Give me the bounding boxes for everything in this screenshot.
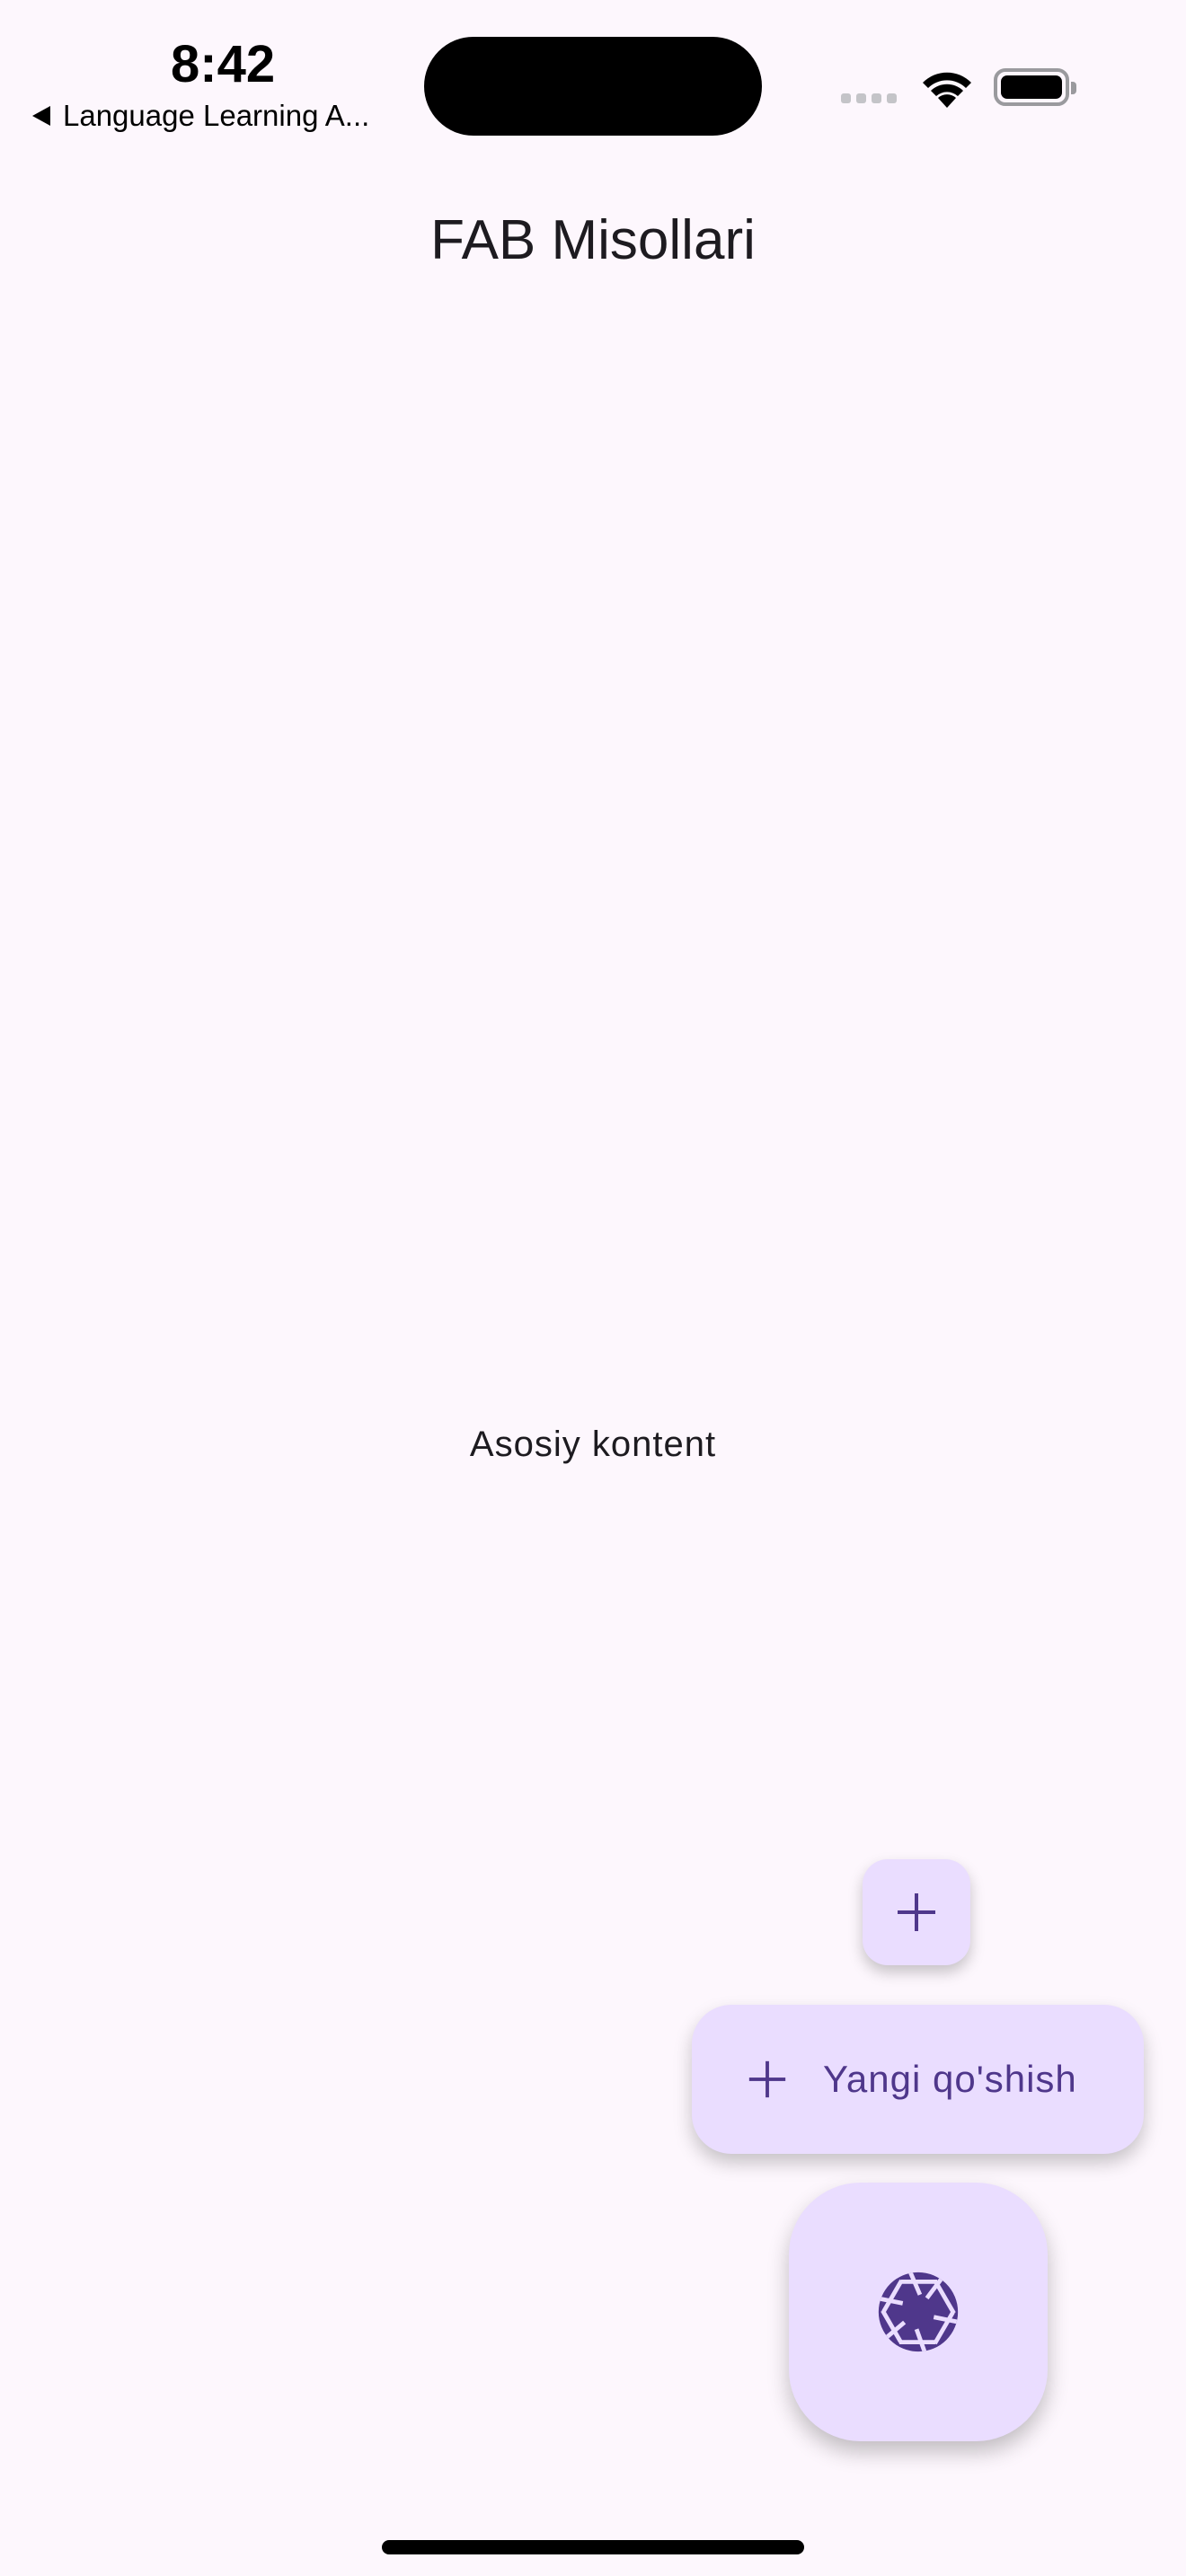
plus-icon — [748, 2060, 786, 2098]
battery-icon — [994, 68, 1076, 106]
signal-icon — [841, 93, 897, 103]
main-content-text: Asosiy kontent — [469, 1425, 717, 1464]
plus-icon — [898, 1893, 935, 1931]
back-triangle-icon — [32, 106, 50, 126]
extended-fab-button[interactable]: Yangi qo'shish — [692, 2005, 1144, 2154]
back-app-label: Language Learning A... — [63, 99, 370, 132]
camera-aperture-icon — [878, 2272, 959, 2352]
small-fab-button[interactable] — [863, 1859, 970, 1965]
wifi-icon — [923, 72, 971, 108]
home-indicator[interactable] — [382, 2540, 804, 2554]
page-title: FAB Misollari — [430, 209, 756, 271]
status-time: 8:42 — [171, 35, 276, 93]
large-fab-button[interactable] — [789, 2183, 1048, 2441]
back-to-app-link[interactable]: Language Learning A... — [32, 99, 369, 133]
dynamic-island — [424, 37, 762, 136]
screen: 8:42 Language Learning A... FAB Misollar… — [0, 0, 1186, 2576]
extended-fab-label: Yangi qo'shish — [823, 2058, 1077, 2100]
